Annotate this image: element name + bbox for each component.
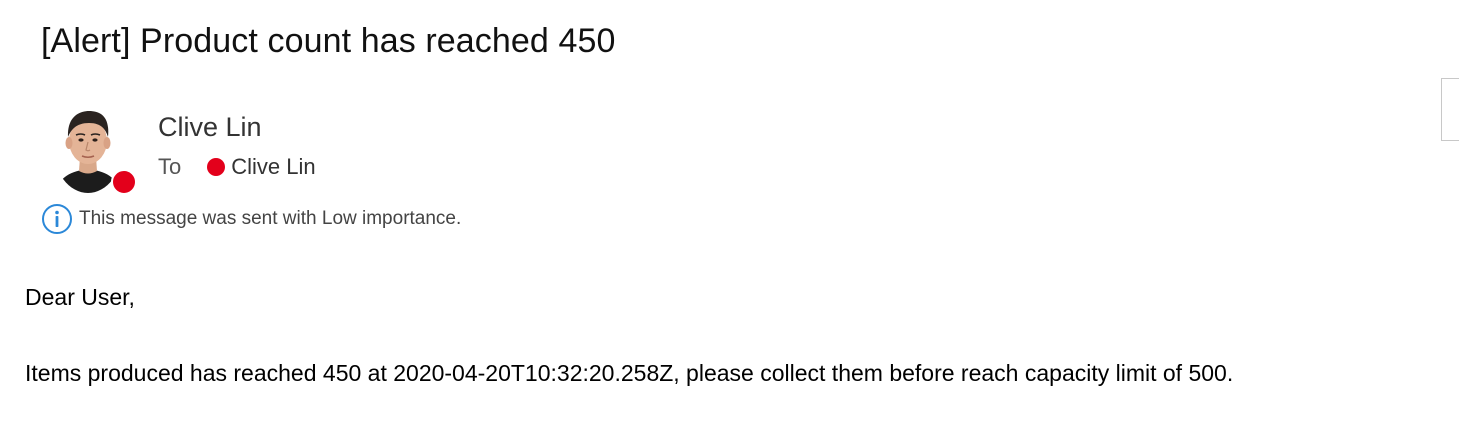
recipients-line: To Clive Lin	[158, 154, 316, 180]
sender-name[interactable]: Clive Lin	[158, 112, 262, 143]
side-panel-toggle[interactable]	[1441, 78, 1459, 141]
importance-notice: This message was sent with Low importanc…	[41, 203, 461, 235]
info-icon	[42, 204, 72, 234]
message-subject: [Alert] Product count has reached 450	[41, 22, 616, 60]
recipient-presence-icon	[207, 158, 226, 176]
importance-notice-text: This message was sent with Low importanc…	[79, 208, 462, 229]
message-body-text: Items produced has reached 450 at 2020-0…	[25, 360, 1234, 386]
recipient-name[interactable]: Clive Lin	[231, 154, 315, 180]
message-body-greeting: Dear User,	[25, 284, 135, 310]
sender-avatar-container[interactable]	[53, 99, 137, 195]
presence-status-busy-icon	[111, 169, 137, 195]
to-label: To	[158, 154, 182, 179]
